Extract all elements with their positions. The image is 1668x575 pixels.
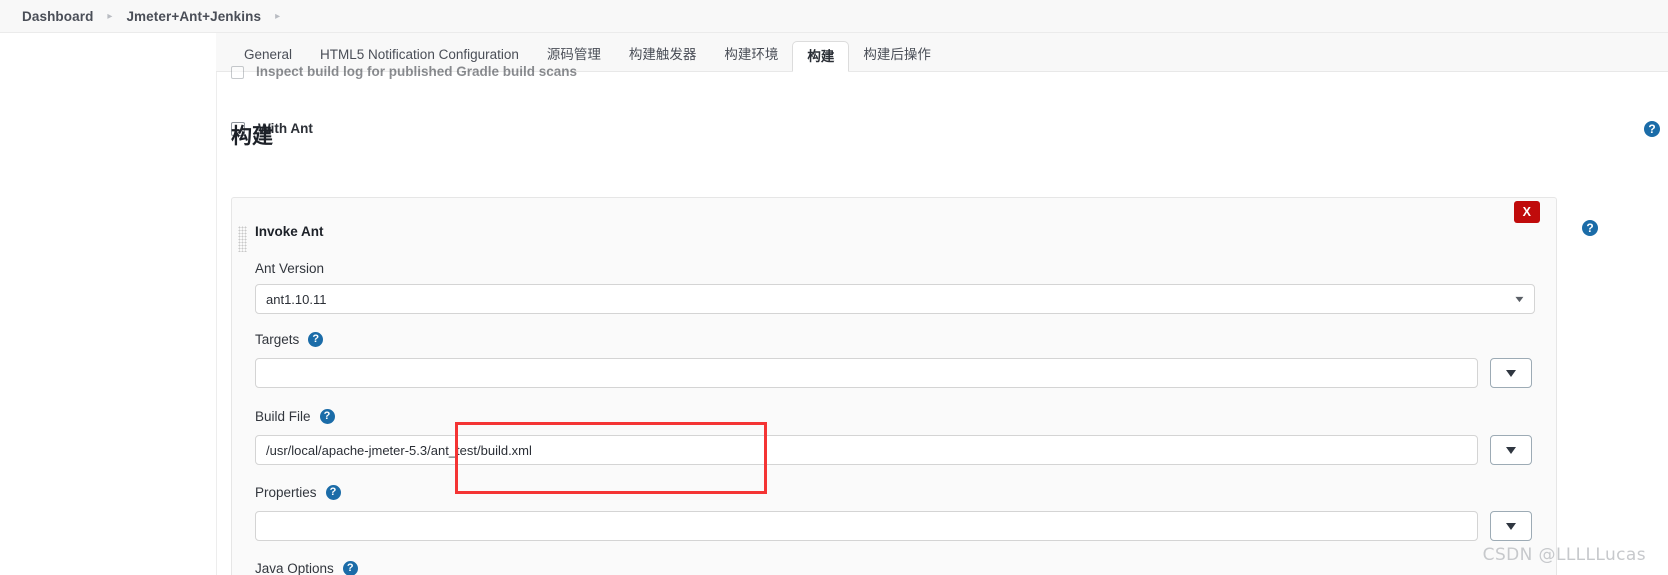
build-file-value: /usr/local/apache-jmeter-5.3/ant_test/bu… <box>266 442 532 458</box>
build-file-dropdown-button[interactable] <box>1490 435 1532 465</box>
tab-post-build-actions[interactable]: 构建后操作 <box>849 40 945 70</box>
properties-dropdown-button[interactable] <box>1490 511 1532 541</box>
chevron-down-icon: ▼ <box>1512 294 1527 304</box>
tab-build[interactable]: 构建 <box>792 41 850 72</box>
invoke-ant-title: Invoke Ant <box>255 224 324 239</box>
targets-dropdown-button[interactable] <box>1490 358 1532 388</box>
build-file-input[interactable]: /usr/local/apache-jmeter-5.3/ant_test/bu… <box>255 435 1478 465</box>
ant-version-value: ant1.10.11 <box>266 291 327 307</box>
build-file-label: Build File ? <box>255 409 335 424</box>
clipped-checkbox-row: Inspect build log for published Gradle b… <box>231 65 577 79</box>
help-icon[interactable]: ? <box>319 409 335 424</box>
content-shell: General HTML5 Notification Configuration… <box>216 33 1668 575</box>
ant-version-label: Ant Version <box>255 261 324 276</box>
build-config-form: Inspect build log for published Gradle b… <box>216 65 1668 575</box>
breadcrumb-item-dashboard[interactable]: Dashboard <box>22 9 93 24</box>
help-icon[interactable]: ? <box>308 332 324 347</box>
tab-build-triggers[interactable]: 构建触发器 <box>615 40 711 70</box>
breadcrumb-separator-icon: ▸ <box>107 11 113 22</box>
tab-build-environment[interactable]: 构建环境 <box>710 40 792 70</box>
properties-label-text: Properties <box>255 485 317 500</box>
gradle-scan-label: Inspect build log for published Gradle b… <box>256 65 578 79</box>
with-ant-help-wrapper: ? <box>1644 120 1660 138</box>
triangle-down-icon <box>1506 522 1516 530</box>
ant-version-select[interactable]: ant1.10.11 ▼ <box>255 284 1535 314</box>
ant-version-label-text: Ant Version <box>255 261 325 276</box>
targets-label: Targets ? <box>255 332 324 347</box>
breadcrumb-separator-icon-2[interactable]: ▸ <box>275 12 280 22</box>
help-icon[interactable]: ? <box>1644 121 1660 137</box>
page-body: General HTML5 Notification Configuration… <box>0 33 1668 575</box>
targets-label-text: Targets <box>255 332 300 347</box>
triangle-down-icon <box>1506 369 1516 377</box>
page-title: 构建 <box>231 125 273 148</box>
help-icon[interactable]: ? <box>325 485 341 500</box>
properties-label: Properties ? <box>255 485 341 500</box>
build-file-label-text: Build File <box>255 409 311 424</box>
java-options-label-text: Java Options <box>255 561 334 575</box>
triangle-down-icon <box>1506 446 1516 454</box>
drag-handle-icon[interactable] <box>238 226 247 252</box>
targets-input[interactable] <box>255 358 1478 388</box>
invoke-ant-help-wrapper: ? <box>1582 219 1598 237</box>
breadcrumb-item-job[interactable]: Jmeter+Ant+Jenkins <box>126 9 261 24</box>
java-options-label: Java Options ? <box>255 561 358 575</box>
remove-build-step-button[interactable]: X <box>1514 201 1540 223</box>
breadcrumb: Dashboard ▸ Jmeter+Ant+Jenkins ▸ <box>0 0 1668 33</box>
help-icon[interactable]: ? <box>1582 220 1598 236</box>
invoke-ant-panel: X ? Invoke Ant Ant Version ant1.10.11 ▼ … <box>231 197 1598 575</box>
watermark: CSDN @LLLLLucas <box>1482 545 1646 565</box>
help-icon[interactable]: ? <box>342 561 358 575</box>
gradle-scan-checkbox[interactable] <box>231 66 244 79</box>
properties-input[interactable] <box>255 511 1478 541</box>
